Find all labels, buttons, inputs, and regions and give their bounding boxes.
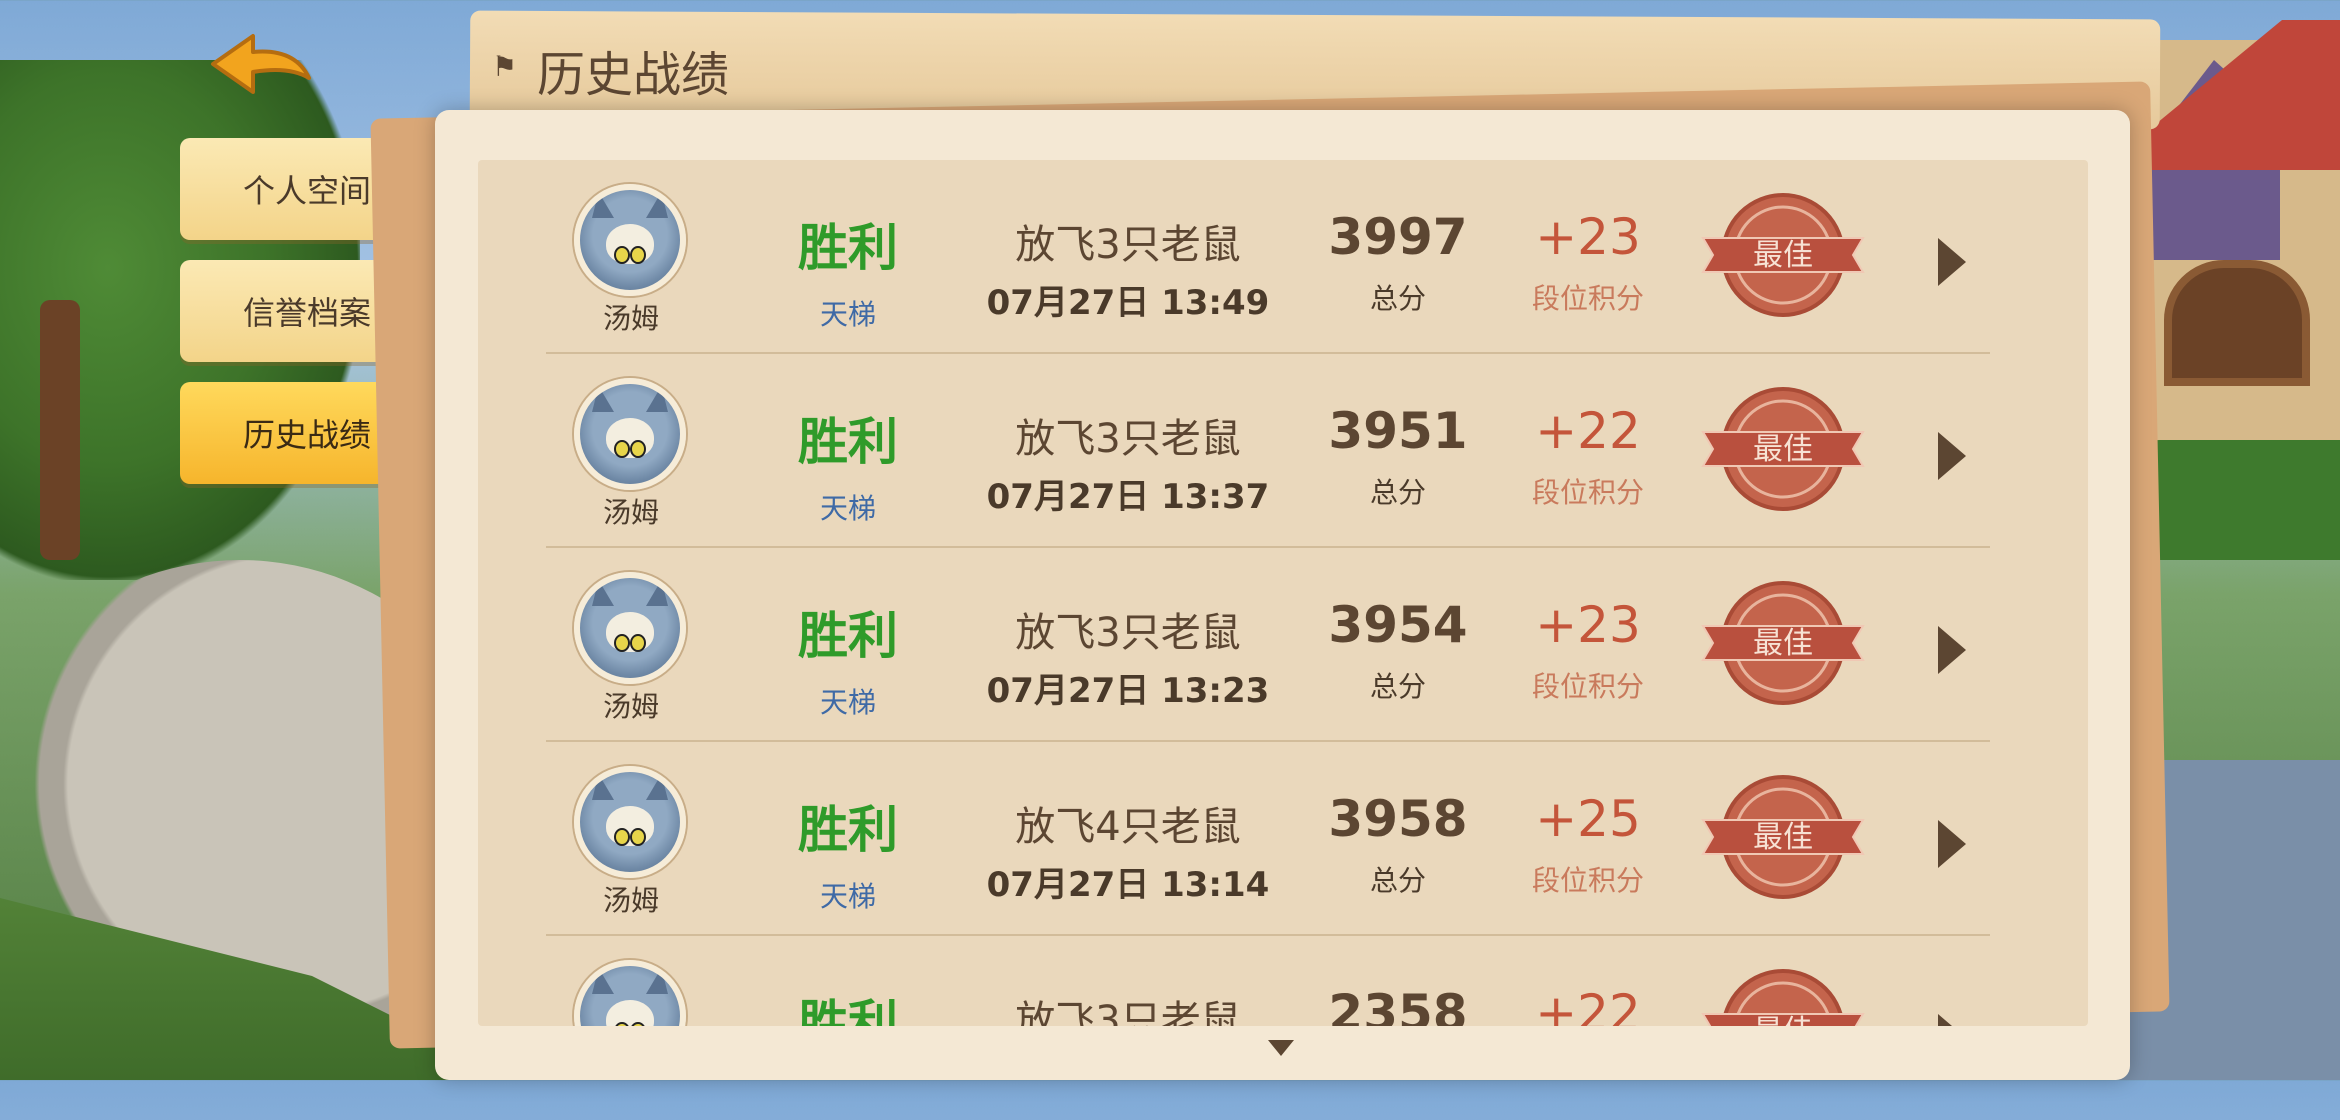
- rank-points: +22: [1535, 402, 1641, 460]
- tom-avatar: [574, 960, 686, 1026]
- badge-label: 最佳: [1753, 432, 1813, 467]
- character-name: 汤姆: [602, 302, 659, 335]
- sidebar-item-label: 历史战绩: [242, 416, 371, 454]
- total-score-label: 总分: [1369, 864, 1426, 897]
- total-score: 3951: [1328, 402, 1468, 460]
- detail-arrow-icon[interactable]: [1938, 626, 1966, 674]
- rank-points-label: 段位积分: [1531, 282, 1644, 315]
- sidebar-item-label: 个人空间: [242, 172, 371, 210]
- best-badge-icon: 最佳: [1698, 772, 1868, 902]
- match-result: 胜利: [798, 413, 898, 471]
- back-arrow-icon[interactable]: [205, 30, 315, 100]
- rank-points: +25: [1535, 790, 1641, 848]
- match-result: 胜利: [798, 801, 898, 859]
- badge-label: 最佳: [1753, 1014, 1813, 1026]
- panel-notch: [437, 740, 459, 768]
- total-score-label: 总分: [1369, 282, 1426, 315]
- total-score: 3997: [1328, 208, 1468, 266]
- total-score: 2358: [1328, 984, 1468, 1026]
- badge-label: 最佳: [1753, 820, 1813, 855]
- match-row[interactable]: 汤姆 胜利 天梯 放飞3只老鼠 07月27日 13:37 3951 总分 +22…: [478, 354, 2088, 548]
- match-mode: 天梯: [819, 880, 876, 913]
- tom-avatar: [574, 766, 686, 878]
- detail-arrow-icon[interactable]: [1938, 432, 1966, 480]
- detail-arrow-icon[interactable]: [1938, 1014, 1966, 1026]
- tom-avatar: [574, 184, 686, 296]
- tag-icon: ⚑: [492, 50, 518, 83]
- match-mode: 天梯: [819, 686, 876, 719]
- match-task: 放飞3只老鼠: [1015, 998, 1241, 1026]
- match-row[interactable]: 汤姆 胜利 天梯 放飞3只老鼠 07月27日 13:23 3954 总分 +23…: [478, 548, 2088, 742]
- match-task: 放飞3只老鼠: [1015, 416, 1241, 462]
- match-row[interactable]: 汤姆 胜利 天梯 放飞3只老鼠 07月27日 13:49 3997 总分 +23…: [478, 160, 2088, 354]
- best-badge-icon: 最佳: [1698, 578, 1868, 708]
- match-result: 胜利: [798, 607, 898, 665]
- tom-avatar: [574, 378, 686, 490]
- best-badge-icon: 最佳: [1698, 966, 1868, 1026]
- total-score: 3958: [1328, 790, 1468, 848]
- match-row[interactable]: 汤姆 胜利 天梯 放飞4只老鼠 07月27日 13:14 3958 总分 +25…: [478, 742, 2088, 936]
- match-mode: 天梯: [819, 492, 876, 525]
- badge-label: 最佳: [1753, 626, 1813, 661]
- match-time: 07月27日 13:37: [986, 477, 1270, 517]
- match-mode: 天梯: [819, 298, 876, 331]
- rank-points-label: 段位积分: [1531, 864, 1644, 897]
- match-row[interactable]: 汤姆 胜利 天梯 放飞3只老鼠 2358 总分 +22 段位积分 最佳: [478, 936, 2088, 1026]
- rank-points-label: 段位积分: [1531, 670, 1644, 703]
- match-time: 07月27日 13:14: [986, 865, 1270, 905]
- tree-trunk: [40, 300, 80, 560]
- match-time: 07月27日 13:23: [986, 671, 1270, 711]
- total-score-label: 总分: [1369, 476, 1426, 509]
- page-title: 历史战绩: [537, 47, 730, 103]
- scroll-down-icon[interactable]: [1268, 1040, 1294, 1056]
- total-score-label: 总分: [1369, 670, 1426, 703]
- character-name: 汤姆: [602, 690, 659, 723]
- badge-label: 最佳: [1753, 238, 1813, 273]
- rank-points: +23: [1535, 596, 1641, 654]
- match-list[interactable]: 汤姆 胜利 天梯 放飞3只老鼠 07月27日 13:49 3997 总分 +23…: [478, 160, 2088, 1026]
- match-task: 放飞3只老鼠: [1015, 610, 1241, 656]
- total-score: 3954: [1328, 596, 1468, 654]
- match-time: 07月27日 13:49: [986, 283, 1270, 323]
- sidebar-item-label: 信誉档案: [242, 294, 371, 332]
- rank-points: +22: [1535, 984, 1641, 1026]
- character-name: 汤姆: [602, 496, 659, 529]
- character-name: 汤姆: [602, 884, 659, 917]
- rank-points-label: 段位积分: [1531, 476, 1644, 509]
- match-task: 放飞3只老鼠: [1015, 222, 1241, 268]
- rank-points: +23: [1535, 208, 1641, 266]
- detail-arrow-icon[interactable]: [1938, 820, 1966, 868]
- best-badge-icon: 最佳: [1698, 384, 1868, 514]
- house-window: [2164, 260, 2310, 386]
- detail-arrow-icon[interactable]: [1938, 238, 1966, 286]
- match-task: 放飞4只老鼠: [1015, 804, 1241, 850]
- tom-avatar: [574, 572, 686, 684]
- best-badge-icon: 最佳: [1698, 190, 1868, 320]
- match-result: 胜利: [798, 995, 898, 1026]
- match-result: 胜利: [798, 219, 898, 277]
